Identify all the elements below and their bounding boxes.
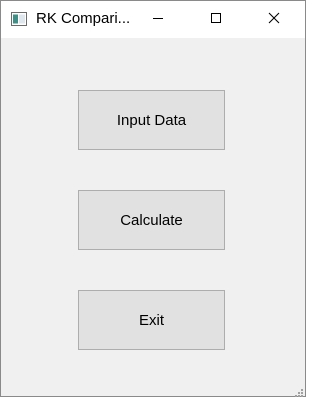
- close-button[interactable]: [251, 1, 297, 38]
- exit-button[interactable]: Exit: [78, 290, 225, 350]
- window-title: RK Compari...: [36, 10, 131, 27]
- client-area: Input Data Calculate Exit: [1, 38, 305, 397]
- minimize-button[interactable]: [135, 1, 181, 38]
- maximize-icon: [210, 11, 222, 29]
- title-bar[interactable]: RK Compari...: [1, 1, 305, 38]
- app-window-icon: [11, 12, 27, 26]
- calculate-button[interactable]: Calculate: [78, 190, 225, 250]
- minimize-icon: [152, 11, 164, 29]
- maximize-button[interactable]: [193, 1, 239, 38]
- application-window: RK Compari... Input Data Calculate Exit: [0, 0, 306, 397]
- close-icon: [268, 11, 280, 29]
- input-data-button[interactable]: Input Data: [78, 90, 225, 150]
- resize-grip-icon[interactable]: [294, 385, 304, 397]
